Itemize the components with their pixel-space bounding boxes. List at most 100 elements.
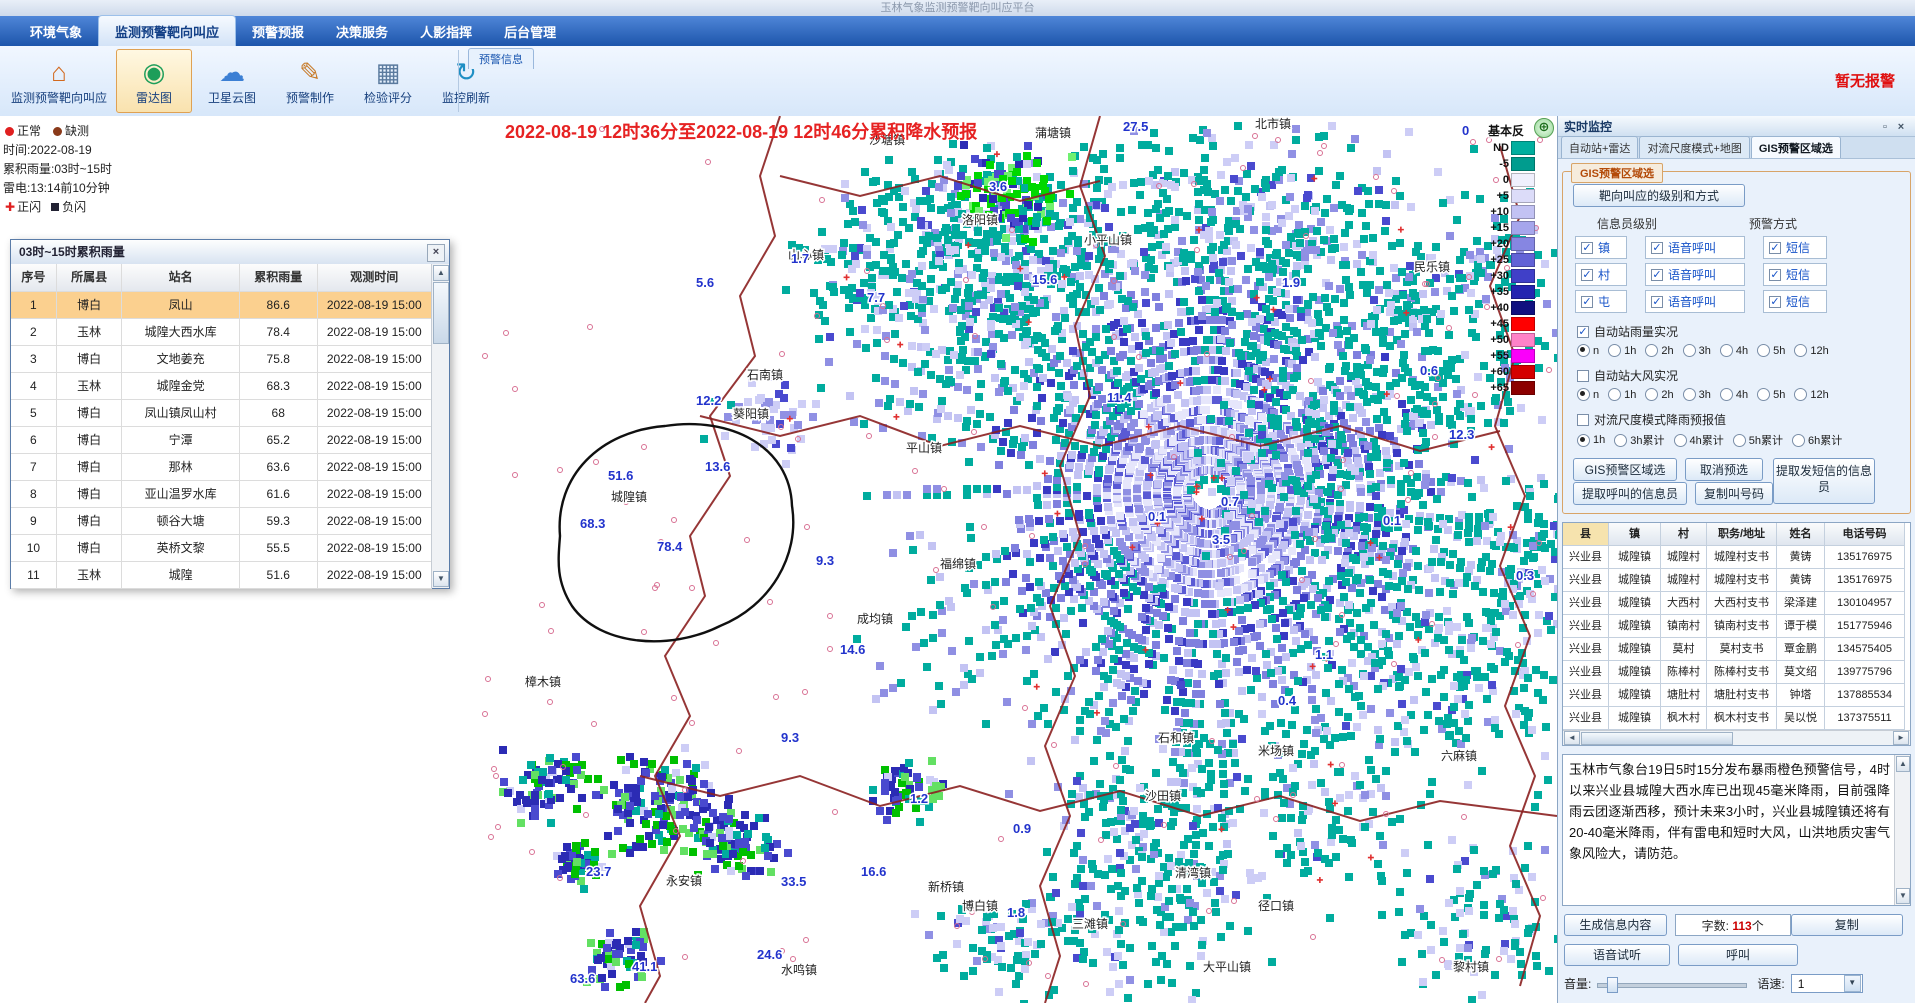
rain-table-row[interactable]: 2玉林城隍大西水库78.42022-08-19 15:00 — [11, 319, 432, 346]
contact-row[interactable]: 兴业县城隍镇陈棒村陈棒村支书莫文绍139775796 — [1563, 661, 1910, 684]
rain-table-row[interactable]: 4玉林城隍金党68.32022-08-19 15:00 — [11, 373, 432, 400]
rain-col-header[interactable]: 所属县 — [57, 264, 123, 291]
rain-window-titlebar[interactable]: 03时~15时累积雨量× — [11, 240, 449, 265]
sms-checkbox[interactable]: ✓ — [1769, 269, 1781, 281]
auto-wind-radio-3[interactable] — [1683, 388, 1696, 401]
model-rain-radio-3[interactable] — [1733, 434, 1746, 447]
rain-table-row[interactable]: 9博白顿谷大塘59.32022-08-19 15:00 — [11, 508, 432, 535]
scroll-thumb[interactable] — [1581, 732, 1733, 745]
model-rain-radio-0[interactable] — [1577, 434, 1590, 447]
auto-wind-radio-0[interactable] — [1577, 388, 1590, 401]
warning-message-box[interactable]: 玉林市气象台19日5时15分发布暴雨橙色预警信号，4时以来兴业县城隍大西水库已出… — [1562, 754, 1911, 906]
model-rain-radio-2[interactable] — [1674, 434, 1687, 447]
sms-checkbox[interactable]: ✓ — [1769, 242, 1781, 254]
rain-table-scrollbar[interactable]: ▲▼ — [431, 264, 449, 588]
contact-row[interactable]: 兴业县城隍镇莫村莫村支书覃金鹏134575405 — [1563, 638, 1910, 661]
rain-table-row[interactable]: 11玉林城隍51.62022-08-19 15:00 — [11, 562, 432, 589]
auto-wind-checkbox[interactable] — [1577, 370, 1589, 382]
menu-tab-3[interactable]: 决策服务 — [320, 16, 404, 46]
sms-box[interactable]: ✓短信 — [1763, 263, 1827, 286]
extract-call-contacts-button[interactable]: 提取呼叫的信息员 — [1573, 482, 1687, 505]
voice-checkbox[interactable]: ✓ — [1651, 296, 1663, 308]
menu-tab-2[interactable]: 预警预报 — [236, 16, 320, 46]
sms-checkbox[interactable]: ✓ — [1769, 296, 1781, 308]
contacts-col-header[interactable]: 县 — [1563, 523, 1609, 546]
toolbar-button-home[interactable]: ⌂监测预警靶向叫应 — [4, 49, 114, 113]
close-icon[interactable]: × — [1893, 120, 1909, 134]
copy-message-button[interactable]: 复制 — [1791, 914, 1903, 936]
rain-table-row[interactable]: 7博白那林63.62022-08-19 15:00 — [11, 454, 432, 481]
menu-tab-1[interactable]: 监测预警靶向叫应 — [98, 15, 236, 46]
contact-row[interactable]: 兴业县城隍镇大西村大西村支书梁泽建130104957 — [1563, 592, 1910, 615]
scroll-right-icon[interactable]: ► — [1893, 731, 1909, 745]
toolbar-button-satellite-cloud[interactable]: ☁卫星云图 — [194, 49, 270, 113]
scroll-left-icon[interactable]: ◄ — [1564, 731, 1580, 745]
cancel-preselect-button[interactable]: 取消预选 — [1685, 458, 1763, 481]
gis-select-button[interactable]: GIS预警区域选 — [1573, 458, 1677, 481]
panel-tab-0[interactable]: 自动站+雷达 — [1561, 136, 1638, 158]
scroll-thumb[interactable] — [433, 282, 449, 344]
close-icon[interactable]: × — [427, 244, 445, 262]
scroll-up-icon[interactable]: ▲ — [1896, 756, 1910, 772]
voice-call-box[interactable]: ✓语音呼叫 — [1645, 236, 1745, 259]
menu-tab-4[interactable]: 人影指挥 — [404, 16, 488, 46]
level-checkbox[interactable]: ✓ — [1581, 269, 1593, 281]
level-checkbox-box[interactable]: ✓屯 — [1575, 290, 1627, 313]
toolbar-button-warning-edit[interactable]: ✎预警制作 — [272, 49, 348, 113]
contacts-col-header[interactable]: 村 — [1661, 523, 1707, 546]
level-checkbox-box[interactable]: ✓镇 — [1575, 236, 1627, 259]
toolbar-button-score-grid[interactable]: ▦检验评分 — [350, 49, 426, 113]
pin-icon[interactable]: ▫ — [1877, 120, 1893, 134]
rain-col-header[interactable]: 累积雨量 — [240, 264, 318, 291]
auto-wind-radio-1[interactable] — [1608, 388, 1621, 401]
call-button[interactable]: 呼叫 — [1678, 944, 1798, 966]
tts-preview-button[interactable]: 语音试听 — [1564, 944, 1670, 966]
auto-rain-radio-3[interactable] — [1683, 344, 1696, 357]
generate-message-button[interactable]: 生成信息内容 — [1564, 914, 1667, 936]
rain-col-header[interactable]: 序号 — [11, 264, 57, 291]
copy-number-button[interactable]: 复制叫号码 — [1695, 482, 1773, 505]
rain-col-header[interactable]: 站名 — [122, 264, 239, 291]
volume-slider[interactable] — [1597, 976, 1747, 992]
target-level-button[interactable]: 靶向叫应的级别和方式 — [1573, 184, 1745, 207]
menu-tab-0[interactable]: 环境气象 — [14, 16, 98, 46]
contacts-hscrollbar[interactable]: ◄► — [1563, 730, 1910, 745]
contact-row[interactable]: 兴业县城隍镇城隍村城隍村支书黄铸135176975 — [1563, 569, 1910, 592]
scroll-down-icon[interactable]: ▼ — [433, 571, 449, 587]
auto-wind-radio-6[interactable] — [1794, 388, 1807, 401]
toolbar-button-radar[interactable]: ◉雷达图 — [116, 49, 192, 113]
level-checkbox-box[interactable]: ✓村 — [1575, 263, 1627, 286]
contacts-col-header[interactable]: 镇 — [1609, 523, 1661, 546]
message-scrollbar[interactable]: ▲▼ — [1894, 755, 1910, 905]
scroll-down-icon[interactable]: ▼ — [1896, 888, 1910, 904]
contact-row[interactable]: 兴业县城隍镇塘肚村塘肚村支书钟塔137885534 — [1563, 684, 1910, 707]
slider-thumb[interactable] — [1607, 977, 1618, 993]
auto-wind-radio-5[interactable] — [1757, 388, 1770, 401]
model-rain-radio-1[interactable] — [1614, 434, 1627, 447]
rain-table-row[interactable]: 3博白文地姜充75.82022-08-19 15:00 — [11, 346, 432, 373]
sms-box[interactable]: ✓短信 — [1763, 290, 1827, 313]
auto-rain-radio-2[interactable] — [1645, 344, 1658, 357]
auto-rain-radio-1[interactable] — [1608, 344, 1621, 357]
auto-rain-radio-4[interactable] — [1720, 344, 1733, 357]
extract-sms-contacts-button[interactable]: 提取发短信的信息员 — [1773, 458, 1875, 504]
contact-row[interactable]: 兴业县城隍镇城隍村城隍村支书黄铸135176975 — [1563, 546, 1910, 569]
voice-call-box[interactable]: ✓语音呼叫 — [1645, 290, 1745, 313]
auto-wind-radio-2[interactable] — [1645, 388, 1658, 401]
rain-table-row[interactable]: 6博白宁潭65.22022-08-19 15:00 — [11, 427, 432, 454]
auto-rain-checkbox[interactable]: ✓ — [1577, 326, 1589, 338]
auto-rain-radio-0[interactable] — [1577, 344, 1590, 357]
voice-checkbox[interactable]: ✓ — [1651, 269, 1663, 281]
menu-tab-5[interactable]: 后台管理 — [488, 16, 572, 46]
rain-col-header[interactable]: 观测时间 — [318, 264, 432, 291]
contacts-col-header[interactable]: 职务/地址 — [1707, 523, 1777, 546]
rain-table-row[interactable]: 8博白亚山温罗水库61.62022-08-19 15:00 — [11, 481, 432, 508]
contacts-col-header[interactable]: 姓名 — [1777, 523, 1825, 546]
contacts-col-header[interactable]: 电话号码 — [1825, 523, 1905, 546]
contact-row[interactable]: 兴业县城隍镇镇南村镇南村支书谭于模151775946 — [1563, 615, 1910, 638]
scroll-up-icon[interactable]: ▲ — [433, 265, 449, 281]
voice-checkbox[interactable]: ✓ — [1651, 242, 1663, 254]
rain-table-row[interactable]: 1博白凤山86.62022-08-19 15:00 — [11, 292, 432, 319]
speed-select[interactable]: 1▼ — [1791, 974, 1863, 993]
rain-table-row[interactable]: 10博白英桥文黎55.52022-08-19 15:00 — [11, 535, 432, 562]
